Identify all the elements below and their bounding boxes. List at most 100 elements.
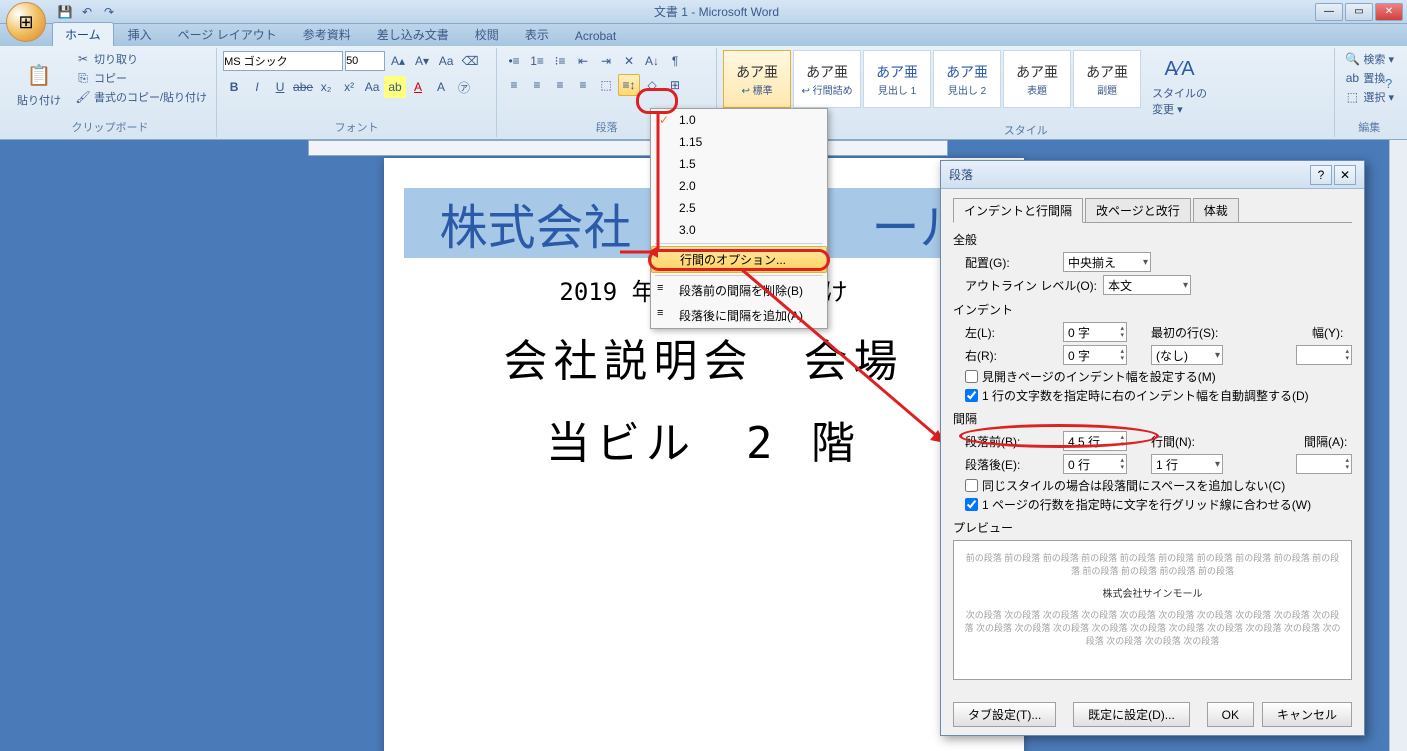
dlg-tab-break[interactable]: 改ページと改行 xyxy=(1085,198,1191,223)
maximize-button[interactable]: ▭ xyxy=(1345,3,1373,21)
default-button[interactable]: 既定に設定(D)... xyxy=(1073,702,1190,727)
font-name-input[interactable] xyxy=(223,51,343,71)
strike-icon[interactable]: abe xyxy=(292,76,314,98)
undo-icon[interactable]: ↶ xyxy=(78,3,96,21)
cut-button[interactable]: ✂切り取り xyxy=(72,50,210,68)
replace-button[interactable]: ab置換 xyxy=(1341,69,1397,87)
before-spin[interactable]: 4.5 行 xyxy=(1063,431,1127,451)
style-heading1[interactable]: あア亜見出し 1 xyxy=(863,50,931,108)
grow-font-icon[interactable]: A▴ xyxy=(387,50,409,72)
borders-icon[interactable]: ⊞ xyxy=(664,74,686,96)
ls-add-after[interactable]: ≡段落後に間隔を追加(A) xyxy=(651,303,827,328)
window-controls: — ▭ ✕ xyxy=(1315,3,1403,21)
dialog-close-button[interactable]: ✕ xyxy=(1334,165,1356,185)
align-left-icon[interactable]: ≡ xyxy=(503,74,525,96)
ls-2.0[interactable]: 2.0 xyxy=(651,175,827,197)
ok-button[interactable]: OK xyxy=(1207,702,1254,727)
tab-insert[interactable]: 挿入 xyxy=(116,23,164,46)
minimize-button[interactable]: — xyxy=(1315,3,1343,21)
font-size-input[interactable] xyxy=(345,51,385,71)
tab-view[interactable]: 表示 xyxy=(513,23,561,46)
outline-combo[interactable]: 本文 xyxy=(1103,275,1191,295)
vertical-scrollbar[interactable] xyxy=(1389,140,1407,751)
tab-mailings[interactable]: 差し込み文書 xyxy=(365,23,461,46)
underline-icon[interactable]: U xyxy=(269,76,291,98)
phonetic-icon[interactable]: ㋐ xyxy=(453,76,475,98)
shrink-font-icon[interactable]: A▾ xyxy=(411,50,433,72)
ls-1.5[interactable]: 1.5 xyxy=(651,153,827,175)
paste-button[interactable]: 📋 貼り付け xyxy=(10,50,68,117)
tab-acrobat[interactable]: Acrobat xyxy=(563,26,628,46)
italic-icon[interactable]: I xyxy=(246,76,268,98)
dlg-tab-indent[interactable]: インデントと行間隔 xyxy=(953,198,1083,223)
after-spin[interactable]: 0 行 xyxy=(1063,454,1127,474)
style-normal[interactable]: あア亜↩ 標準 xyxy=(723,50,791,108)
text-effects-icon[interactable]: Aa xyxy=(361,76,383,98)
cancel-button[interactable]: キャンセル xyxy=(1262,702,1352,727)
subscript-icon[interactable]: x₂ xyxy=(315,76,337,98)
ls-2.5[interactable]: 2.5 xyxy=(651,197,827,219)
auto-indent-check[interactable] xyxy=(965,389,978,402)
copy-button[interactable]: ⎘コピー xyxy=(72,69,210,87)
indent-right-spin[interactable]: 0 字 xyxy=(1063,345,1127,365)
close-button[interactable]: ✕ xyxy=(1375,3,1403,21)
ls-1.0[interactable]: 1.0 xyxy=(651,109,827,131)
office-button[interactable]: ⊞ xyxy=(6,2,46,42)
decrease-indent-icon[interactable]: ⇤ xyxy=(572,50,594,72)
style-heading2[interactable]: あア亜見出し 2 xyxy=(933,50,1001,108)
numbering-icon[interactable]: 1≡ xyxy=(526,50,548,72)
dialog-help-button[interactable]: ? xyxy=(1310,165,1332,185)
style-subtitle[interactable]: あア亜副題 xyxy=(1073,50,1141,108)
mirror-check[interactable] xyxy=(965,370,978,383)
ls-remove-before[interactable]: ≡段落前の間隔を削除(B) xyxy=(651,278,827,303)
width-spin[interactable] xyxy=(1296,345,1352,365)
style-no-spacing[interactable]: あア亜↩ 行間詰め xyxy=(793,50,861,108)
highlight-icon[interactable]: ab xyxy=(384,76,406,98)
shading-icon[interactable]: ◇ xyxy=(641,74,663,96)
save-icon[interactable]: 💾 xyxy=(56,3,74,21)
same-style-check[interactable] xyxy=(965,479,978,492)
ls-3.0[interactable]: 3.0 xyxy=(651,219,827,241)
sort-icon[interactable]: A↓ xyxy=(641,50,663,72)
find-button[interactable]: 🔍検索 ▾ xyxy=(1341,50,1397,68)
tab-review[interactable]: 校閲 xyxy=(463,23,511,46)
bullets-icon[interactable]: •≡ xyxy=(503,50,525,72)
multilevel-icon[interactable]: ⁝≡ xyxy=(549,50,571,72)
tab-home[interactable]: ホーム xyxy=(52,22,114,46)
change-styles-button[interactable]: A⁄A スタイルの 変更 ▾ xyxy=(1145,50,1214,120)
justify-icon[interactable]: ≡ xyxy=(572,74,594,96)
horizontal-ruler[interactable] xyxy=(308,140,948,156)
dialog-titlebar[interactable]: 段落 ? ✕ xyxy=(941,161,1364,189)
tab-set-button[interactable]: タブ設定(T)... xyxy=(953,702,1056,727)
align-center-icon[interactable]: ≡ xyxy=(526,74,548,96)
ls-options[interactable]: 行間のオプション... xyxy=(651,246,827,273)
align-combo[interactable]: 中央揃え xyxy=(1063,252,1151,272)
dialog-title: 段落 xyxy=(949,166,1308,183)
align-right-icon[interactable]: ≡ xyxy=(549,74,571,96)
line-combo[interactable]: 1 行 xyxy=(1151,454,1223,474)
superscript-icon[interactable]: x² xyxy=(338,76,360,98)
outline-label: アウトライン レベル(O): xyxy=(965,277,1097,294)
tab-page-layout[interactable]: ページ レイアウト xyxy=(166,23,289,46)
change-case-icon[interactable]: Aa xyxy=(435,50,457,72)
style-title[interactable]: あア亜表題 xyxy=(1003,50,1071,108)
gap-spin[interactable] xyxy=(1296,454,1352,474)
first-line-combo[interactable]: (なし) xyxy=(1151,345,1223,365)
increase-indent-icon[interactable]: ⇥ xyxy=(595,50,617,72)
line-spacing-button[interactable]: ≡↕ xyxy=(618,74,640,96)
font-color-icon[interactable]: A xyxy=(407,76,429,98)
show-hide-icon[interactable]: ¶ xyxy=(664,50,686,72)
asian-layout-icon[interactable]: ✕ xyxy=(618,50,640,72)
char-border-icon[interactable]: A xyxy=(430,76,452,98)
indent-left-spin[interactable]: 0 字 xyxy=(1063,322,1127,342)
format-painter-button[interactable]: 🖌書式のコピー/貼り付け xyxy=(72,88,210,106)
distribute-icon[interactable]: ⬚ xyxy=(595,74,617,96)
dlg-tab-asian[interactable]: 体裁 xyxy=(1193,198,1239,223)
grid-check[interactable] xyxy=(965,498,978,511)
bold-icon[interactable]: B xyxy=(223,76,245,98)
tab-references[interactable]: 参考資料 xyxy=(291,23,363,46)
clear-format-icon[interactable]: ⌫ xyxy=(459,50,481,72)
select-button[interactable]: ⬚選択 ▾ xyxy=(1341,88,1397,106)
ls-1.15[interactable]: 1.15 xyxy=(651,131,827,153)
redo-icon[interactable]: ↷ xyxy=(100,3,118,21)
